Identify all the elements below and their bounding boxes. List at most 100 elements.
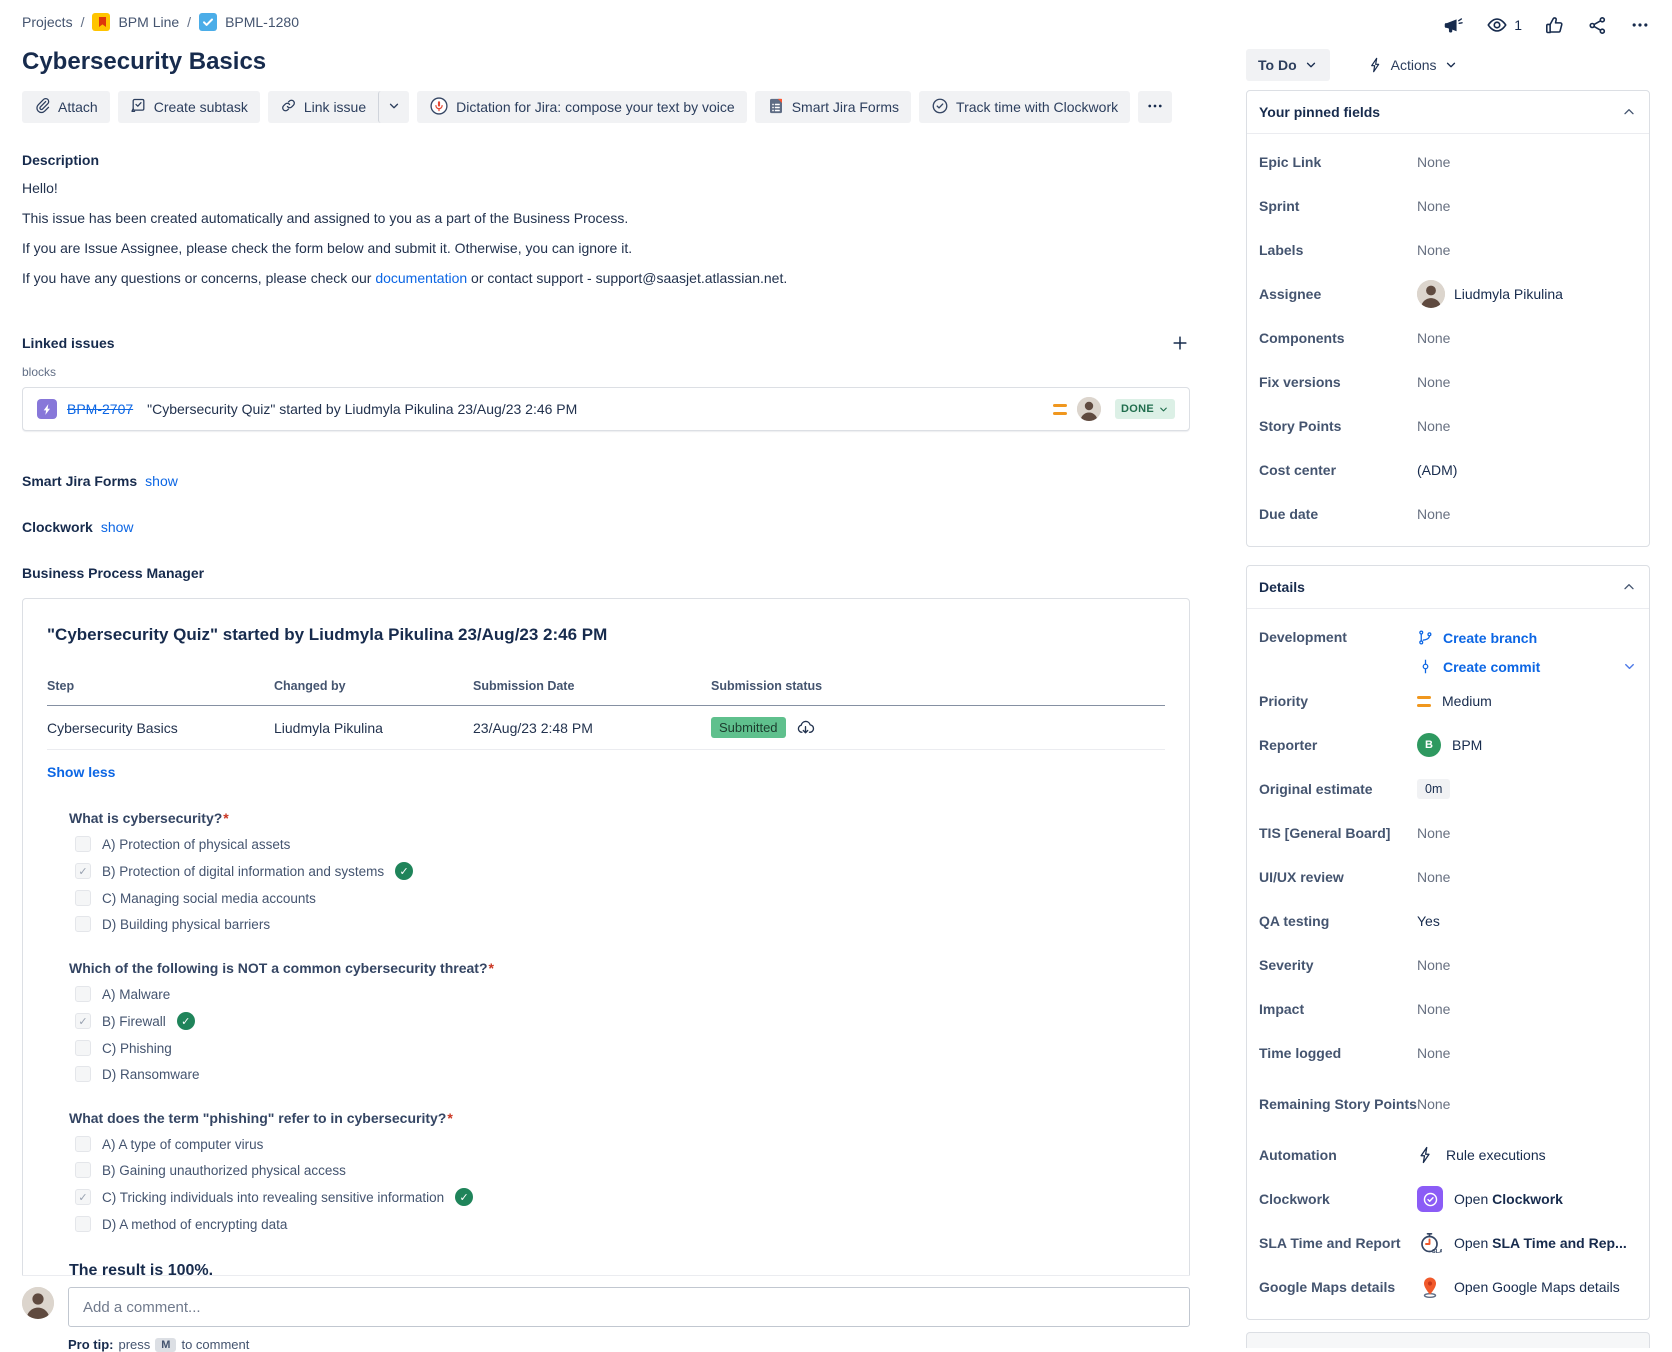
option-label: C) Managing social media accounts — [102, 891, 316, 906]
protip-text: to comment — [181, 1337, 249, 1352]
checkbox-checked[interactable] — [75, 1013, 91, 1029]
field-value[interactable]: None — [1417, 242, 1637, 258]
option-label: A) A type of computer virus — [102, 1137, 263, 1152]
open-clockwork-link[interactable]: Open Clockwork — [1417, 1186, 1637, 1212]
field-row-clockwork: Clockwork Open Clockwork — [1247, 1177, 1649, 1221]
smart-forms-show-link[interactable]: show — [145, 473, 178, 489]
field-value[interactable]: Yes — [1417, 913, 1637, 929]
link-issue-more-button[interactable] — [378, 91, 409, 123]
checkbox-unchecked[interactable] — [75, 986, 91, 1002]
answer-option: B) Protection of digital information and… — [75, 862, 1165, 880]
feedback-megaphone-button[interactable] — [1443, 15, 1464, 36]
details-header[interactable]: Details — [1247, 566, 1649, 609]
checkbox-unchecked[interactable] — [75, 1066, 91, 1082]
checkbox-checked[interactable] — [75, 1189, 91, 1205]
checkbox-unchecked[interactable] — [75, 890, 91, 906]
field-value[interactable]: None — [1417, 1045, 1637, 1061]
documentation-link[interactable]: documentation — [375, 270, 467, 286]
create-branch-link[interactable]: Create branch — [1417, 629, 1637, 646]
assignee-value[interactable]: Liudmyla Pikulina — [1417, 280, 1637, 308]
create-subtask-button[interactable]: Create subtask — [118, 91, 260, 123]
field-row-cost-center: Cost center (ADM) — [1247, 448, 1649, 492]
status-dropdown[interactable]: To Do — [1246, 49, 1330, 81]
field-value[interactable]: None — [1417, 506, 1637, 522]
checkbox-checked[interactable] — [75, 863, 91, 879]
create-commit-link[interactable]: Create commit — [1417, 658, 1540, 675]
actions-dropdown[interactable]: Actions — [1356, 49, 1470, 81]
show-less-link[interactable]: Show less — [47, 764, 115, 780]
clockwork-section-row: Clockwork show — [22, 519, 1190, 535]
description-line: Hello! — [22, 179, 1190, 197]
required-asterisk: * — [447, 1110, 452, 1126]
link-issue-button[interactable]: Link issue — [268, 91, 378, 123]
toolbar-more-button[interactable] — [1138, 91, 1172, 123]
details-panel: Details Development Create branch — [1246, 565, 1650, 1320]
share-button[interactable] — [1587, 15, 1608, 36]
link-icon — [280, 97, 297, 117]
actions-label: Actions — [1391, 57, 1437, 73]
answer-option: B) Gaining unauthorized physical access — [75, 1162, 1165, 1178]
field-value[interactable]: None — [1417, 154, 1637, 170]
share-icon — [1587, 15, 1608, 36]
attach-button[interactable]: Attach — [22, 91, 110, 123]
description-line: If you have any questions or concerns, p… — [22, 269, 1190, 287]
checkbox-unchecked[interactable] — [75, 916, 91, 932]
breadcrumb-project[interactable]: BPM Line — [118, 14, 179, 30]
dictation-button[interactable]: Dictation for Jira: compose your text by… — [417, 91, 747, 123]
checkbox-unchecked[interactable] — [75, 1040, 91, 1056]
field-label: Impact — [1259, 1001, 1417, 1018]
field-value[interactable]: None — [1417, 869, 1637, 885]
linked-issue-key[interactable]: BPM-2707 — [67, 401, 133, 417]
create-subtask-label: Create subtask — [154, 99, 248, 115]
linked-issue-summary[interactable]: "Cybersecurity Quiz" started by Liudmyla… — [147, 401, 1043, 417]
pinned-fields-header[interactable]: Your pinned fields — [1247, 91, 1649, 134]
open-sla-link[interactable]: SLA Open SLA Time and Rep... — [1417, 1230, 1637, 1256]
field-value[interactable]: None — [1417, 957, 1637, 973]
breadcrumb-projects[interactable]: Projects — [22, 14, 73, 30]
checkbox-unchecked[interactable] — [75, 836, 91, 852]
linked-issue-row: BPM-2707 "Cybersecurity Quiz" started by… — [22, 387, 1190, 431]
open-google-maps-link[interactable]: Open Google Maps details — [1417, 1274, 1637, 1300]
priority-value[interactable]: Medium — [1417, 693, 1637, 709]
clockwork-show-link[interactable]: show — [101, 519, 134, 535]
option-label: C) Phishing — [102, 1041, 172, 1056]
linked-issue-status-label: DONE — [1121, 403, 1154, 415]
more-actions-button[interactable] — [1630, 15, 1650, 35]
watch-button[interactable]: 1 — [1486, 14, 1522, 36]
microphone-icon — [429, 96, 449, 119]
field-value[interactable]: None — [1417, 198, 1637, 214]
chevron-up-icon — [1621, 579, 1637, 595]
bpm-issue-type-icon — [37, 399, 57, 419]
field-value[interactable]: None — [1417, 330, 1637, 346]
option-label: D) Ransomware — [102, 1067, 200, 1082]
table-row: Cybersecurity Basics Liudmyla Pikulina 2… — [47, 706, 1165, 750]
field-value[interactable]: None — [1417, 418, 1637, 434]
option-label: B) Protection of digital information and… — [102, 864, 384, 879]
field-value[interactable]: (ADM) — [1417, 462, 1637, 478]
field-value[interactable]: None — [1417, 1001, 1637, 1017]
checkbox-unchecked[interactable] — [75, 1162, 91, 1178]
breadcrumb-issue-key[interactable]: BPML-1280 — [225, 14, 299, 30]
smart-jira-forms-button[interactable]: Smart Jira Forms — [755, 91, 911, 123]
field-row-tis: TIS [General Board] None — [1247, 811, 1649, 855]
git-branch-icon — [1417, 629, 1434, 646]
field-value[interactable]: None — [1417, 374, 1637, 390]
column-header-changed-by: Changed by — [274, 679, 473, 693]
page-title[interactable]: Cybersecurity Basics — [22, 48, 1190, 76]
add-linked-issue-button[interactable] — [1170, 333, 1190, 353]
download-cloud-icon[interactable] — [796, 718, 815, 737]
linked-issue-status-dropdown[interactable]: DONE — [1115, 399, 1175, 419]
checkbox-unchecked[interactable] — [75, 1136, 91, 1152]
track-time-clockwork-button[interactable]: Track time with Clockwork — [919, 91, 1130, 123]
field-value[interactable]: None — [1417, 1096, 1637, 1112]
answer-option: C) Tricking individuals into revealing s… — [75, 1188, 1165, 1206]
estimate-pill[interactable]: 0m — [1417, 779, 1450, 799]
vote-button[interactable] — [1544, 15, 1565, 36]
more-fields-panel-collapsed[interactable] — [1246, 1332, 1650, 1348]
comment-input[interactable] — [68, 1287, 1190, 1327]
reporter-value[interactable]: B BPM — [1417, 733, 1637, 757]
field-value[interactable]: None — [1417, 825, 1637, 841]
rule-executions-link[interactable]: Rule executions — [1417, 1146, 1637, 1164]
chevron-down-icon[interactable] — [1622, 659, 1637, 674]
checkbox-unchecked[interactable] — [75, 1216, 91, 1232]
